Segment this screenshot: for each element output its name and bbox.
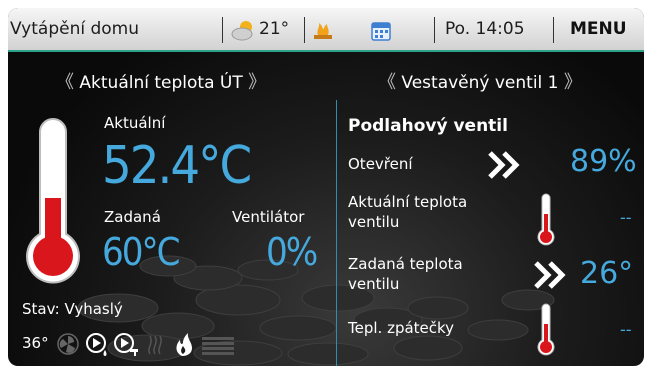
chevron-right-icon[interactable]: 》: [564, 72, 582, 93]
thermometer-icon: [26, 118, 80, 284]
fan-value: 0%: [266, 230, 318, 274]
separator: [304, 17, 305, 43]
valve-temp-label-line2: ventilu: [348, 213, 400, 231]
opening-label: Otevření: [348, 155, 413, 173]
valve-type-title: Podlahový ventil: [348, 116, 508, 136]
small-thermometer-icon: [537, 303, 555, 356]
set-temp-label: Zadaná: [104, 208, 161, 226]
current-temp-value: 52.4°C: [102, 136, 252, 196]
set-valve-temp-label-line2: ventilu: [348, 275, 400, 293]
boiler-state: Stav: Vyhaslý: [22, 300, 123, 318]
status-icons-row: [57, 333, 234, 356]
left-panel-nav: 《 Aktuální teplota ÚT 》: [56, 68, 266, 94]
calendar-icon[interactable]: [370, 20, 392, 46]
opening-value: 89%: [570, 144, 637, 179]
panel-divider: [336, 100, 337, 366]
set-valve-temp-label-line1: Zadaná teplota: [348, 255, 463, 273]
app-title: Vytápění domu: [10, 19, 139, 39]
chevron-left-icon[interactable]: 《: [378, 72, 396, 93]
fan-icon: [57, 333, 79, 355]
pump-icon: [86, 333, 107, 356]
boiler-flame-icon[interactable]: [312, 20, 334, 46]
hot-water-pump-icon: [114, 333, 138, 356]
double-chevron-right-icon: [534, 261, 566, 289]
double-chevron-right-icon: [488, 151, 520, 179]
fan-label: Ventilátor: [232, 208, 305, 226]
set-valve-temp-value[interactable]: 26°: [580, 256, 633, 291]
top-bar: Vytápění domu 21° Po. 14:05 MENU: [8, 8, 644, 52]
bottom-temperature: 36°: [22, 334, 49, 352]
separator: [553, 17, 554, 43]
separator: [222, 17, 223, 43]
current-temp-label: Aktuální: [104, 114, 166, 132]
chevron-right-icon[interactable]: 》: [248, 72, 266, 93]
right-panel-nav: 《 Vestavěný ventil 1 》: [378, 68, 582, 94]
flame-icon: [176, 333, 192, 356]
outdoor-temperature: 21°: [259, 19, 290, 39]
left-panel-title: Aktuální teplota ÚT: [79, 73, 243, 93]
return-temp-value: --: [620, 320, 632, 339]
valve-temp-label-line1: Aktuální teplota: [348, 193, 468, 211]
chevron-left-icon[interactable]: 《: [56, 72, 74, 93]
heat-waves-icon: [148, 335, 162, 355]
partly-sunny-icon[interactable]: [231, 19, 257, 45]
date-time: Po. 14:05: [445, 19, 525, 39]
return-temp-label: Tepl. zpátečky: [348, 319, 455, 337]
menu-button[interactable]: MENU: [570, 19, 627, 39]
controller-screen: Vytápění domu 21° Po. 14:05 MENU 《 Aktuá…: [8, 8, 644, 366]
separator: [434, 17, 435, 43]
right-panel-title: Vestavěný ventil 1: [401, 73, 559, 93]
set-temp-value[interactable]: 60°C: [102, 230, 180, 274]
valve-temp-value: --: [620, 208, 632, 227]
grate-icon: [202, 337, 234, 355]
small-thermometer-icon: [537, 193, 555, 246]
